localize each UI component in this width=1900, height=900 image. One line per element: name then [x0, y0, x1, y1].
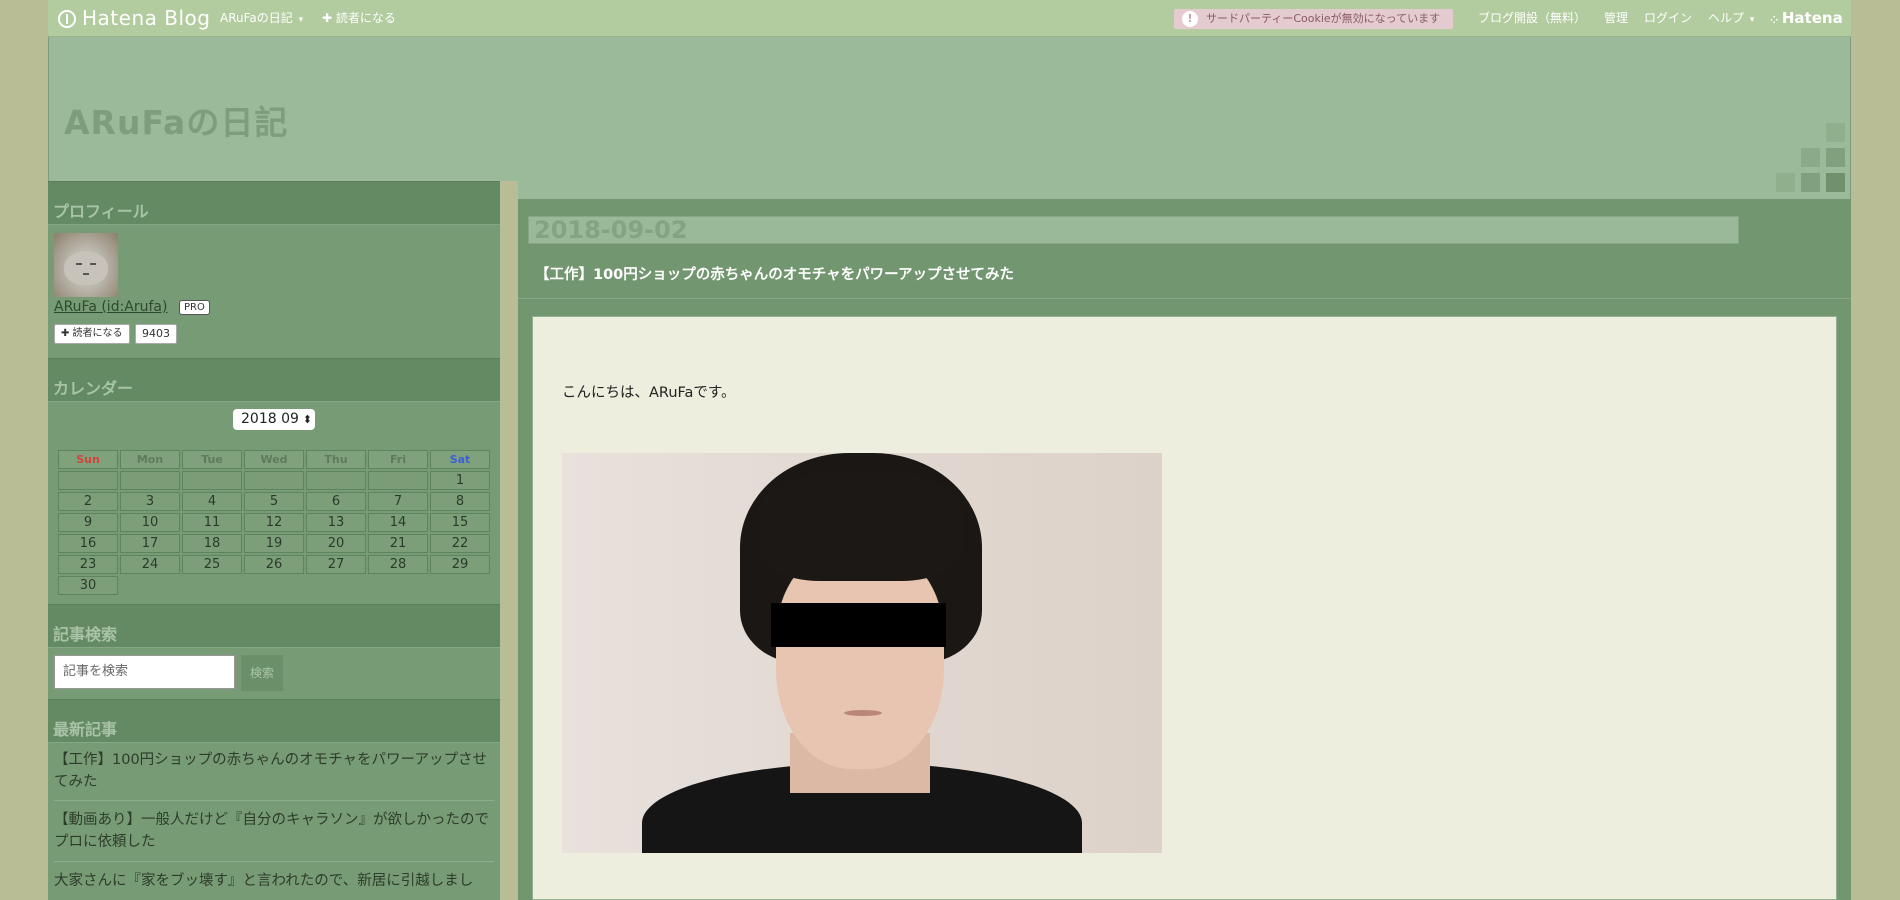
censor-bar — [771, 603, 946, 647]
help-dropdown[interactable]: ヘルプ — [1708, 0, 1754, 37]
profile-avatar[interactable] — [54, 233, 118, 297]
open-blog-link[interactable]: ブログ開設（無料） — [1478, 0, 1586, 37]
calendar-day[interactable]: 30 — [58, 576, 118, 595]
warning-icon: ! — [1182, 11, 1198, 27]
calendar-day[interactable]: 19 — [244, 534, 304, 553]
header-decoration — [1826, 173, 1845, 192]
calendar-heading: カレンダー — [48, 358, 500, 402]
calendar-cell — [182, 576, 242, 595]
calendar-day[interactable]: 16 — [58, 534, 118, 553]
entry-photo[interactable] — [562, 453, 1162, 853]
calendar-month-select[interactable]: 2018 09 — [233, 409, 315, 430]
header-decoration — [1826, 148, 1845, 167]
divider — [518, 298, 1851, 299]
calendar-day[interactable]: 11 — [182, 513, 242, 532]
header-decoration — [1801, 173, 1820, 192]
calendar-cell — [244, 471, 304, 490]
header-decoration — [1801, 148, 1820, 167]
calendar-day[interactable]: 15 — [430, 513, 490, 532]
calendar-day[interactable]: 27 — [306, 555, 366, 574]
calendar-day[interactable]: 3 — [120, 492, 180, 511]
subscribe-header-button[interactable]: ✚ 読者になる — [322, 0, 396, 37]
calendar-day-header: Fri — [368, 450, 428, 469]
hatena-brand-link[interactable]: ⁘ Hatena — [1770, 0, 1843, 37]
calendar-day[interactable]: 12 — [244, 513, 304, 532]
pro-badge: PRO — [179, 300, 210, 315]
entry-greeting: こんにちは、ARuFaです。 — [562, 385, 736, 401]
calendar-day[interactable]: 24 — [120, 555, 180, 574]
profile-name-link[interactable]: ARuFa (id:Arufa) — [54, 299, 167, 315]
calendar-day[interactable]: 18 — [182, 534, 242, 553]
header-decoration — [1826, 123, 1845, 142]
calendar-day[interactable]: 1 — [430, 471, 490, 490]
calendar-cell — [58, 471, 118, 490]
calendar-day[interactable]: 22 — [430, 534, 490, 553]
admin-link[interactable]: 管理 — [1604, 0, 1628, 37]
calendar-day[interactable]: 21 — [368, 534, 428, 553]
hatena-dots-icon: ⁘ — [1770, 15, 1782, 26]
calendar-cell — [306, 471, 366, 490]
calendar-cell — [120, 471, 180, 490]
calendar-day[interactable]: 20 — [306, 534, 366, 553]
calendar-day[interactable]: 17 — [120, 534, 180, 553]
calendar-cell — [120, 576, 180, 595]
calendar-cell — [368, 471, 428, 490]
content-gutter — [500, 181, 518, 900]
search-heading: 記事検索 — [48, 604, 500, 648]
calendar-day-header: Mon — [120, 450, 180, 469]
calendar-day[interactable]: 2 — [58, 492, 118, 511]
calendar-table: Sun Mon Tue Wed Thu Fri Sat 1 2 3 4 5 6 … — [56, 448, 492, 597]
global-header: Hatena Blog ARuFaの日記 ✚ 読者になる ! サードパーティーC… — [48, 0, 1851, 37]
calendar-day[interactable]: 10 — [120, 513, 180, 532]
calendar-cell — [244, 576, 304, 595]
calendar-day[interactable]: 5 — [244, 492, 304, 511]
hatena-blog-logo[interactable]: Hatena Blog — [58, 0, 210, 37]
sidebar: プロフィール ARuFa (id:Arufa) PRO ✚ 読者になる 9403… — [48, 181, 500, 900]
calendar-day[interactable]: 6 — [306, 492, 366, 511]
hatena-logo-icon — [58, 9, 76, 28]
divider — [54, 861, 494, 862]
cookie-warning: ! サードパーティーCookieが無効になっています — [1174, 9, 1453, 29]
subscribe-button[interactable]: ✚ 読者になる — [54, 324, 130, 344]
calendar-day[interactable]: 23 — [58, 555, 118, 574]
recent-post-link[interactable]: 大家さんに『家をブッ壊す』と言われたので、新居に引越しまし — [48, 870, 500, 892]
entry-date[interactable]: 2018-09-02 — [528, 216, 1739, 244]
header-decoration — [1776, 173, 1795, 192]
calendar-day-header: Sun — [58, 450, 118, 469]
calendar-day-header: Thu — [306, 450, 366, 469]
calendar-day[interactable]: 25 — [182, 555, 242, 574]
calendar-day-header: Tue — [182, 450, 242, 469]
calendar-day[interactable]: 28 — [368, 555, 428, 574]
calendar-day-header: Sat — [430, 450, 490, 469]
search-input[interactable]: 記事を検索 — [54, 655, 235, 689]
calendar-day[interactable]: 4 — [182, 492, 242, 511]
calendar-cell — [368, 576, 428, 595]
profile-heading: プロフィール — [48, 181, 500, 225]
entry-body: こんにちは、ARuFaです。 — [532, 316, 1837, 900]
blog-title[interactable]: ARuFaの日記 — [64, 96, 288, 144]
calendar-day[interactable]: 7 — [368, 492, 428, 511]
main-content: 2018-09-02 【工作】100円ショップの赤ちゃんのオモチャをパワーアップ… — [518, 199, 1851, 900]
recent-post-link[interactable]: 【工作】100円ショップの赤ちゃんのオモチャをパワーアップさせてみた — [48, 749, 500, 793]
calendar-cell — [430, 576, 490, 595]
calendar-day[interactable]: 9 — [58, 513, 118, 532]
login-link[interactable]: ログイン — [1644, 0, 1692, 37]
calendar-day[interactable]: 29 — [430, 555, 490, 574]
calendar-day[interactable]: 26 — [244, 555, 304, 574]
search-button[interactable]: 検索 — [241, 655, 283, 691]
calendar-cell — [182, 471, 242, 490]
calendar-day-header: Wed — [244, 450, 304, 469]
subscriber-count[interactable]: 9403 — [135, 324, 177, 344]
divider — [54, 800, 494, 801]
entry-title[interactable]: 【工作】100円ショップの赤ちゃんのオモチャをパワーアップさせてみた — [535, 263, 1014, 284]
recent-post-link[interactable]: 【動画あり】一般人だけど『自分のキャラソン』が欲しかったのでプロに依頼した — [48, 809, 500, 853]
calendar-day[interactable]: 14 — [368, 513, 428, 532]
calendar-day[interactable]: 13 — [306, 513, 366, 532]
calendar-day[interactable]: 8 — [430, 492, 490, 511]
recent-posts-heading: 最新記事 — [48, 699, 500, 743]
calendar-cell — [306, 576, 366, 595]
blog-menu-dropdown[interactable]: ARuFaの日記 — [220, 0, 303, 37]
